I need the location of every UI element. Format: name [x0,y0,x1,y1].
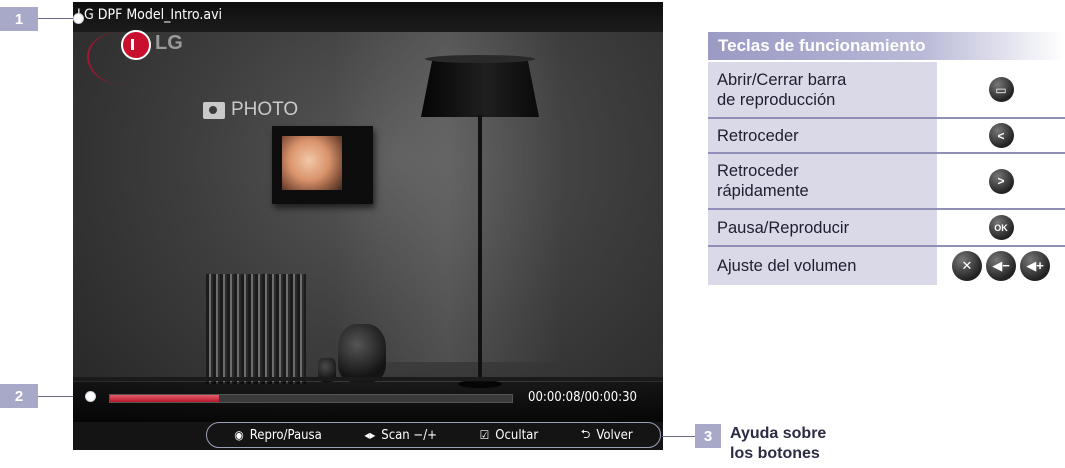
portrait-photo [282,136,342,190]
progress-track[interactable] [109,394,513,403]
keys-row-icons: ▭ [937,62,1065,117]
volume-down-button-icon: ◀− [986,251,1016,281]
keys-row-label: Retroceder rápidamente [708,154,937,208]
keys-row-label-line1: Abrir/Cerrar barra [717,70,847,89]
callout-1-line [38,18,78,19]
striped-vase [206,274,306,384]
callout-3-line [662,436,696,437]
keys-row-fast-back: Retroceder rápidamente > [708,152,1065,208]
keys-row-toggle-bar: Abrir/Cerrar barra de reproducción ▭ [708,60,1065,117]
keys-row-icons: > [937,154,1065,208]
volume-up-button-icon: ◀+ [1020,251,1050,281]
progress-fill [110,395,219,402]
ok-button-icon: OK [988,215,1014,240]
keys-table-header: Teclas de funcionamiento [708,32,1065,60]
time-display: 00:00:08/00:00:30 [528,390,637,405]
shelf [73,377,663,381]
help-hide-label: Ocultar [495,427,539,443]
left-right-arrows-icon: ◂▸ [364,428,376,442]
callout-3-caption-line1: Ayuda sobre [730,425,827,442]
callout-3-label: 3 [695,424,721,448]
keys-row-label-line2: rápidamente [717,182,809,200]
mute-button-icon: ✕ [952,251,982,281]
video-player-screen[interactable]: LG DPF Model_Intro.avi LG PHOTO 00:00:08… [73,2,663,450]
help-play-pause-label: Repro/Pausa [249,427,322,443]
button-help-pill: ◉ Repro/Pausa ◂▸ Scan −/+ ☑ Ocultar ⮌ Vo… [206,422,661,448]
menu-button-icon: ▭ [988,77,1014,102]
title-bar: LG DPF Model_Intro.avi [73,2,663,32]
camera-icon [203,101,225,119]
help-back-label: Volver [596,427,633,443]
callout-1-dot [73,13,84,24]
checkbox-icon: ☑ [479,428,490,442]
keys-table: Teclas de funcionamiento Abrir/Cerrar ba… [708,32,1065,285]
help-back[interactable]: ⮌ Volver [581,425,633,446]
help-hide[interactable]: ☑ Ocultar [480,428,539,443]
ok-circle-icon: ◉ [234,428,244,442]
keys-row-play-pause: Pausa/Reproducir OK [708,208,1065,245]
keys-row-label-line1: Retroceder [717,162,799,180]
lg-brand-text: LG [155,32,183,54]
help-play-pause[interactable]: ◉ Repro/Pausa [234,428,322,443]
help-scan-label: Scan −/+ [381,427,437,443]
jug [338,324,386,382]
keys-row-icons: < [937,119,1065,152]
playback-bar: 00:00:08/00:00:30 [73,382,663,422]
photo-sign: PHOTO [203,99,298,121]
keys-row-label: Ajuste del volumen [708,247,937,285]
right-button-icon: > [988,168,1014,194]
callout-1-label: 1 [0,7,38,31]
return-icon: ⮌ [580,426,591,441]
file-title: LG DPF Model_Intro.avi [77,7,223,23]
callout-2-label: 2 [0,384,38,408]
photo-sign-text: PHOTO [231,99,299,120]
lg-logo-icon [121,30,151,60]
keys-row-back: Retroceder < [708,117,1065,152]
callout-3-caption-line2: los botones [730,445,820,462]
lamp-top [425,55,535,63]
help-scan[interactable]: ◂▸ Scan −/+ [364,428,437,443]
lamp-shade [421,57,539,117]
keys-row-label-line1: Pausa/Reproducir [717,218,850,237]
callout-2-dot [85,391,96,402]
keys-row-icons: ✕ ◀− ◀+ [937,247,1065,285]
keys-row-label-line1: Retroceder [717,126,799,145]
callout-3-caption: Ayuda sobre los botones [730,424,826,464]
keys-row-label: Retroceder [708,119,937,152]
left-button-icon: < [988,123,1014,148]
keys-row-icons: OK [937,210,1065,245]
keys-row-label: Pausa/Reproducir [708,210,937,245]
photo-frame [272,126,373,204]
button-help-bar: ◉ Repro/Pausa ◂▸ Scan −/+ ☑ Ocultar ⮌ Vo… [73,422,663,450]
keys-row-label-line2: de reproducción [717,90,836,109]
lamp-pole [478,115,482,385]
keys-row-label: Abrir/Cerrar barra de reproducción [708,62,937,117]
keys-row-volume: Ajuste del volumen ✕ ◀− ◀+ [708,245,1065,285]
keys-row-label-line1: Ajuste del volumen [717,257,857,275]
